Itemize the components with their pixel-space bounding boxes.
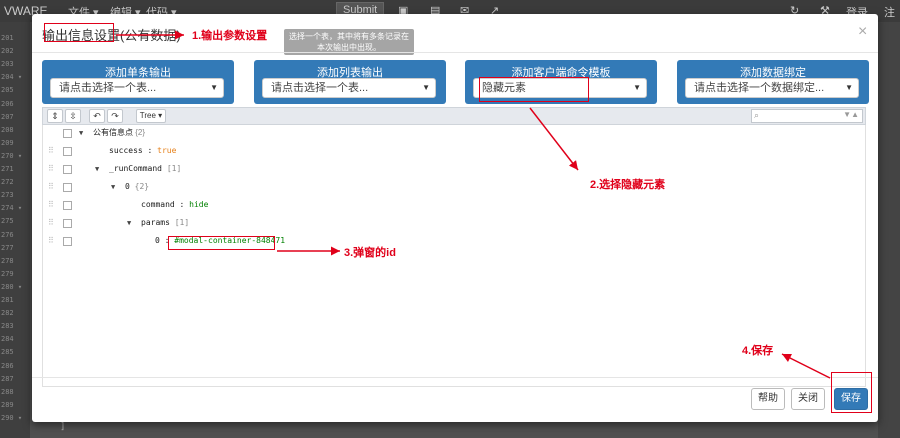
annotation-step1: 1.输出参数设置 (192, 30, 268, 42)
annotation-step3: 3.弹窗的id (344, 247, 396, 259)
annotation-step2: 2.选择隐藏元素 (590, 179, 666, 191)
annotation-arrows (116, 30, 831, 379)
arrow-step2 (529, 107, 579, 171)
annotation-step4: 4.保存 (742, 345, 774, 357)
arrow-step4 (781, 353, 831, 379)
